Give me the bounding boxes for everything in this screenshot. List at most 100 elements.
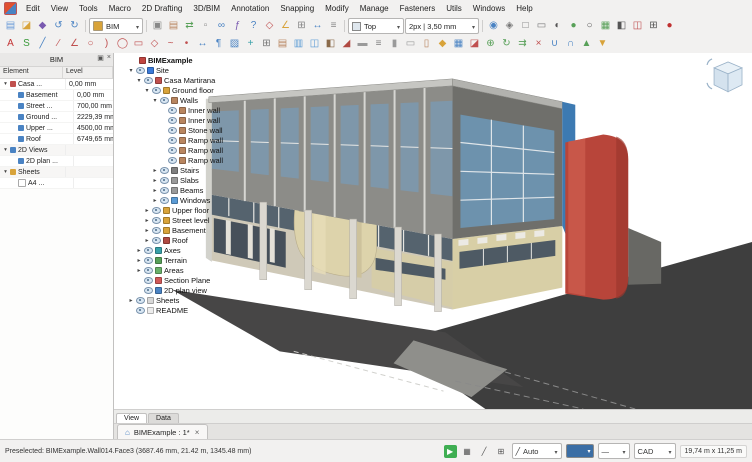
- section-plane-icon[interactable]: ◪: [467, 37, 482, 52]
- menu-item[interactable]: View: [46, 2, 73, 15]
- sketch-icon[interactable]: ╱: [35, 37, 50, 52]
- fit-all-icon[interactable]: ◉: [486, 19, 501, 34]
- grid-icon[interactable]: ⊞: [259, 37, 274, 52]
- table-row[interactable]: Street ... 700,00 mm: [0, 101, 113, 112]
- redo-icon[interactable]: ↻: [67, 19, 82, 34]
- visibility-eye-icon[interactable]: [144, 277, 153, 284]
- tree-item[interactable]: ▸ Upper floor: [118, 205, 223, 215]
- workbench-selector[interactable]: BIM: [89, 18, 143, 34]
- rotate-icon[interactable]: ↻: [499, 37, 514, 52]
- menu-item[interactable]: Help: [511, 2, 537, 15]
- column-level[interactable]: Level: [63, 67, 113, 78]
- right-cream-wall[interactable]: [452, 226, 562, 310]
- table-row[interactable]: Roof 6749,65 mm: [0, 134, 113, 145]
- fullscreen-icon[interactable]: ⊞: [646, 19, 661, 34]
- expand-arrow[interactable]: ▾: [128, 67, 134, 74]
- close-panel-icon[interactable]: ×: [107, 54, 111, 62]
- visibility-eye-icon[interactable]: [152, 87, 161, 94]
- file-open-icon[interactable]: ◪: [19, 19, 34, 34]
- tree-item[interactable]: ▸ Sheets: [118, 295, 223, 305]
- top-view-icon[interactable]: ▭: [534, 19, 549, 34]
- tree-item[interactable]: ▸ Roof: [118, 235, 223, 245]
- expand-arrow[interactable]: ▸: [136, 247, 142, 254]
- linewidth-selector[interactable]: 2px | 3,50 mm: [405, 18, 479, 34]
- table-row[interactable]: Basement 0,00 mm: [0, 90, 113, 101]
- slab-icon[interactable]: ▬: [355, 37, 370, 52]
- visibility-eye-icon[interactable]: [168, 127, 177, 134]
- visibility-eye-icon[interactable]: [144, 77, 153, 84]
- tree-item[interactable]: Stone wall: [118, 125, 223, 135]
- expand-arrow[interactable]: ▸: [152, 197, 158, 204]
- snap-lock-icon[interactable]: ∠: [278, 19, 293, 34]
- table-row[interactable]: Upper ... 4500,00 mm: [0, 123, 113, 134]
- visibility-eye-icon[interactable]: [144, 287, 153, 294]
- visibility-eye-icon[interactable]: [168, 157, 177, 164]
- tree-item[interactable]: ▸ Slabs: [118, 175, 223, 185]
- hatch-icon[interactable]: ▨: [227, 37, 242, 52]
- close-icon[interactable]: ×: [194, 428, 201, 437]
- visibility-eye-icon[interactable]: [160, 177, 169, 184]
- tree-item[interactable]: Inner wall: [118, 115, 223, 125]
- menu-item[interactable]: Tools: [74, 2, 103, 15]
- tree-item[interactable]: ▸ Stairs: [118, 165, 223, 175]
- annotation-text-icon[interactable]: A: [3, 37, 18, 52]
- table-row[interactable]: ▾ Casa ... 0,00 mm: [0, 79, 113, 90]
- menu-item[interactable]: Fasteners: [395, 2, 441, 15]
- expand-arrow[interactable]: ▸: [144, 227, 150, 234]
- view-direction-selector[interactable]: Top: [348, 18, 404, 34]
- tree-item[interactable]: 2D plan view: [118, 285, 223, 295]
- expand-arrow[interactable]: ▸: [136, 267, 142, 274]
- visibility-eye-icon[interactable]: [144, 257, 153, 264]
- rotate-left-icon[interactable]: [707, 59, 712, 65]
- material-icon[interactable]: ◆: [435, 37, 450, 52]
- expand-arrow[interactable]: ▸: [136, 257, 142, 264]
- tree-item[interactable]: ▸ Basement: [118, 225, 223, 235]
- menu-item[interactable]: Macro: [104, 2, 136, 15]
- visibility-eye-icon[interactable]: [160, 167, 169, 174]
- float-panel-icon[interactable]: ▣: [97, 54, 104, 62]
- visibility-eye-icon[interactable]: [160, 197, 169, 204]
- link-icon[interactable]: ∞: [214, 19, 229, 34]
- expand-arrow[interactable]: ▸: [144, 237, 150, 244]
- curtainwall-icon[interactable]: ▥: [291, 37, 306, 52]
- wall-icon[interactable]: ▤: [275, 37, 290, 52]
- expand-arrow[interactable]: ▾: [152, 97, 158, 104]
- tree-item[interactable]: ▸ Terrain: [118, 255, 223, 265]
- expression-icon[interactable]: ƒ: [230, 19, 245, 34]
- front-view-icon[interactable]: □: [518, 19, 533, 34]
- polyline-icon[interactable]: ∠: [67, 37, 82, 52]
- visibility-eye-icon[interactable]: [168, 147, 177, 154]
- table-row[interactable]: ▾ 2D Views: [0, 145, 113, 156]
- expand-arrow[interactable]: ▾: [3, 169, 8, 175]
- expand-arrow[interactable]: ▾: [144, 87, 150, 94]
- roof-icon[interactable]: ◢: [339, 37, 354, 52]
- trim-icon[interactable]: ×: [531, 37, 546, 52]
- arc-icon[interactable]: ): [99, 37, 114, 52]
- far-right-wall[interactable]: [628, 228, 661, 285]
- refresh-icon[interactable]: ⇄: [182, 19, 197, 34]
- clip-plane-icon[interactable]: ◫: [630, 19, 645, 34]
- circle-icon[interactable]: ○: [83, 37, 98, 52]
- tree-item[interactable]: ▸ Beams: [118, 185, 223, 195]
- expand-arrow[interactable]: ▸: [144, 217, 150, 224]
- visibility-eye-icon[interactable]: [136, 297, 145, 304]
- menu-item[interactable]: Manage: [355, 2, 394, 15]
- upgrade-icon[interactable]: ▲: [579, 37, 594, 52]
- point-icon[interactable]: •: [179, 37, 194, 52]
- nav-style-combo[interactable]: CAD: [634, 443, 676, 459]
- viewport-3d[interactable]: BIMExample ▾ Site ▾ Casa Martirana: [114, 53, 752, 409]
- wireframe-icon[interactable]: ○: [582, 19, 597, 34]
- tree-item[interactable]: Ramp wall: [118, 145, 223, 155]
- stairs-icon[interactable]: ≡: [371, 37, 386, 52]
- downgrade-icon[interactable]: ▼: [595, 37, 610, 52]
- visibility-eye-icon[interactable]: [136, 307, 145, 314]
- file-new-icon[interactable]: ▤: [3, 19, 18, 34]
- column[interactable]: [270, 228, 275, 263]
- visibility-eye-icon[interactable]: [160, 97, 169, 104]
- table-row[interactable]: A4 ...: [0, 178, 113, 189]
- expand-arrow[interactable]: ▸: [144, 207, 150, 214]
- visibility-eye-icon[interactable]: [152, 207, 161, 214]
- table-row[interactable]: Ground ... 2229,39 mm: [0, 112, 113, 123]
- snap-status-icon[interactable]: ⊞: [495, 445, 508, 458]
- menu-item[interactable]: Snapping: [275, 2, 319, 15]
